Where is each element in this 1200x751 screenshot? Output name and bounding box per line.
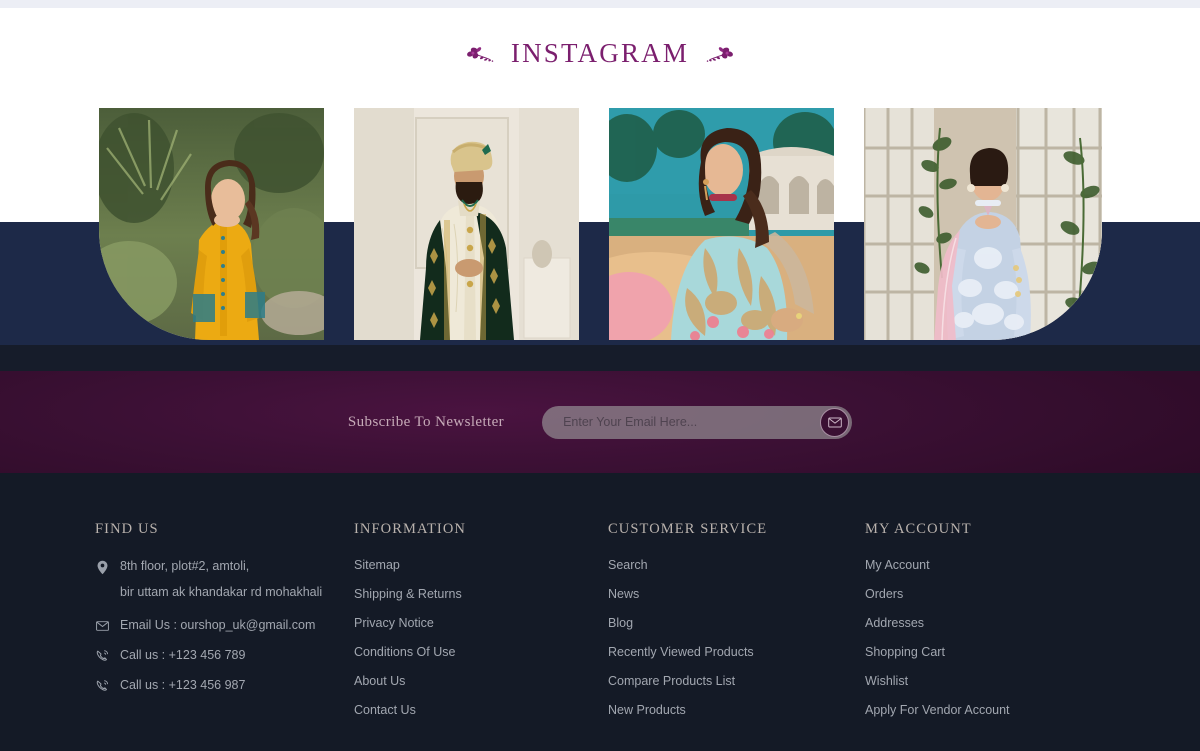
site-footer: FIND US 8th floor, plot#2, amtoli, bir u… xyxy=(0,473,1200,751)
footer-phone-text-1: Call us : +123 456 789 xyxy=(120,647,246,662)
footer-phone-row-1[interactable]: Call us : +123 456 789 xyxy=(95,647,345,664)
footer-email-text: Email Us : ourshop_uk@gmail.com xyxy=(120,617,316,632)
page-root: INSTAGRAM Subscribe To Newsletter Enter … xyxy=(0,0,1200,751)
footer-link-addresses[interactable]: Addresses xyxy=(865,616,1125,630)
footer-phone-row-2[interactable]: Call us : +123 456 987 xyxy=(95,677,345,694)
page-title: INSTAGRAM xyxy=(510,38,690,68)
footer-link-contact-us[interactable]: Contact Us xyxy=(354,703,594,717)
instagram-post-2-photo xyxy=(354,108,579,340)
footer-heading-information: INFORMATION xyxy=(354,521,466,537)
footer-link-my-account[interactable]: My Account xyxy=(865,558,1125,572)
footer-link-wishlist[interactable]: Wishlist xyxy=(865,674,1125,688)
footer-link-about-us[interactable]: About Us xyxy=(354,674,594,688)
footer-column-customer-service: CUSTOMER SERVICE Search News Blog Recent… xyxy=(608,521,858,732)
footer-link-apply-vendor-account[interactable]: Apply For Vendor Account xyxy=(865,703,1125,717)
footer-heading-find-us: FIND US xyxy=(95,521,159,537)
footer-link-orders[interactable]: Orders xyxy=(865,587,1125,601)
phone-call-icon xyxy=(95,648,109,664)
footer-link-blog[interactable]: Blog xyxy=(608,616,858,630)
instagram-post-3[interactable] xyxy=(609,108,834,340)
instagram-post-4-photo xyxy=(864,108,1102,340)
footer-phone-text-2: Call us : +123 456 987 xyxy=(120,677,246,692)
footer-link-shopping-cart[interactable]: Shopping Cart xyxy=(865,645,1125,659)
newsletter-label: Subscribe To Newsletter xyxy=(347,413,505,430)
footer-link-search[interactable]: Search xyxy=(608,558,858,572)
instagram-heading-row: INSTAGRAM xyxy=(0,38,1200,69)
top-strip xyxy=(0,0,1200,8)
footer-address-line-2: bir uttam ak khandakar rd mohakhali xyxy=(120,585,323,599)
footer-address-row-2: bir uttam ak khandakar rd mohakhali xyxy=(95,584,345,601)
newsletter-row: Subscribe To Newsletter xyxy=(0,371,1200,473)
instagram-post-4[interactable] xyxy=(864,108,1102,340)
footer-heading-customer-service: CUSTOMER SERVICE xyxy=(608,521,768,537)
newsletter-submit-button[interactable] xyxy=(820,407,850,437)
floral-ornament-left-icon xyxy=(466,46,494,62)
navy-dark-band xyxy=(0,345,1200,371)
footer-link-recently-viewed-products[interactable]: Recently Viewed Products xyxy=(608,645,858,659)
footer-link-shipping-returns[interactable]: Shipping & Returns xyxy=(354,587,594,601)
instagram-post-3-photo xyxy=(609,108,834,340)
footer-address-row: 8th floor, plot#2, amtoli, xyxy=(95,558,345,575)
newsletter-email-input[interactable] xyxy=(542,405,853,439)
map-pin-icon xyxy=(95,559,109,575)
footer-address-line-1: 8th floor, plot#2, amtoli, xyxy=(120,559,250,573)
footer-column-find-us: FIND US 8th floor, plot#2, amtoli, bir u… xyxy=(95,521,345,707)
footer-link-news[interactable]: News xyxy=(608,587,858,601)
instagram-post-1[interactable] xyxy=(99,108,324,340)
footer-link-new-products[interactable]: New Products xyxy=(608,703,858,717)
footer-column-information: INFORMATION Sitemap Shipping & Returns P… xyxy=(354,521,594,732)
envelope-icon xyxy=(827,416,842,428)
phone-call-icon xyxy=(95,678,109,694)
floral-ornament-right-icon xyxy=(706,46,734,62)
instagram-post-2[interactable] xyxy=(354,108,579,340)
footer-link-conditions-of-use[interactable]: Conditions Of Use xyxy=(354,645,594,659)
footer-link-privacy-notice[interactable]: Privacy Notice xyxy=(354,616,594,630)
footer-link-sitemap[interactable]: Sitemap xyxy=(354,558,594,572)
footer-email-row[interactable]: Email Us : ourshop_uk@gmail.com xyxy=(95,617,345,634)
footer-column-my-account: MY ACCOUNT My Account Orders Addresses S… xyxy=(865,521,1125,732)
newsletter-field-wrap xyxy=(542,405,853,439)
footer-columns: FIND US 8th floor, plot#2, amtoli, bir u… xyxy=(0,473,1200,751)
footer-link-compare-products-list[interactable]: Compare Products List xyxy=(608,674,858,688)
newsletter-section: Subscribe To Newsletter xyxy=(0,371,1200,473)
footer-heading-my-account: MY ACCOUNT xyxy=(865,521,972,537)
envelope-icon xyxy=(95,618,109,634)
instagram-post-1-photo xyxy=(99,108,324,340)
